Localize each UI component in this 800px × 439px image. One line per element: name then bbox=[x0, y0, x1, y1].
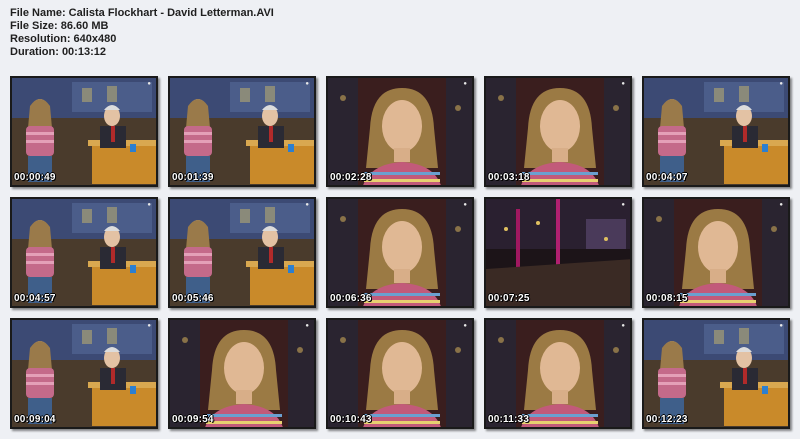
video-thumbnail[interactable]: ● 00:03:18 bbox=[484, 76, 632, 187]
video-thumbnail[interactable]: ● 00:11:33 bbox=[484, 318, 632, 429]
thumbnail-timestamp: 00:07:25 bbox=[488, 293, 530, 304]
thumbnail-timestamp: 00:04:07 bbox=[646, 172, 688, 183]
network-logo-icon: ● bbox=[463, 202, 467, 208]
network-logo-icon: ● bbox=[621, 323, 625, 329]
video-thumbnail[interactable]: ● 00:02:28 bbox=[326, 76, 474, 187]
video-thumbnail[interactable]: ● 00:07:25 bbox=[484, 197, 632, 308]
thumbnail-frame-image bbox=[486, 320, 630, 427]
network-logo-icon: ● bbox=[147, 81, 151, 87]
video-thumbnail[interactable]: ● 00:08:15 bbox=[642, 197, 790, 308]
thumbnail-frame-image bbox=[170, 320, 314, 427]
thumbnail-frame-image bbox=[328, 320, 472, 427]
thumbnail-frame-image bbox=[644, 320, 788, 427]
thumbnail-timestamp: 00:02:28 bbox=[330, 172, 372, 183]
thumbnail-timestamp: 00:09:54 bbox=[172, 414, 214, 425]
thumbnail-timestamp: 00:08:15 bbox=[646, 293, 688, 304]
thumbnail-timestamp: 00:10:43 bbox=[330, 414, 372, 425]
file-name: File Name: Calista Flockhart - David Let… bbox=[10, 7, 274, 19]
network-logo-icon: ● bbox=[147, 202, 151, 208]
video-thumbnail[interactable]: ● 00:09:54 bbox=[168, 318, 316, 429]
thumbnail-frame-image bbox=[12, 320, 156, 427]
thumbnail-frame-image bbox=[170, 78, 314, 185]
duration: Duration: 00:13:12 bbox=[10, 46, 106, 58]
resolution: Resolution: 640x480 bbox=[10, 33, 117, 45]
network-logo-icon: ● bbox=[305, 202, 309, 208]
thumbnail-timestamp: 00:00:49 bbox=[14, 172, 56, 183]
thumbnail-frame-image bbox=[644, 78, 788, 185]
video-thumbnail[interactable]: ● 00:04:57 bbox=[10, 197, 158, 308]
network-logo-icon: ● bbox=[147, 323, 151, 329]
thumbnail-frame-image bbox=[644, 199, 788, 306]
thumbnail-timestamp: 00:06:36 bbox=[330, 293, 372, 304]
network-logo-icon: ● bbox=[305, 81, 309, 87]
network-logo-icon: ● bbox=[779, 202, 783, 208]
video-thumbnail[interactable]: ● 00:01:39 bbox=[168, 76, 316, 187]
video-thumbnail[interactable]: ● 00:04:07 bbox=[642, 76, 790, 187]
video-thumbnail[interactable]: ● 00:10:43 bbox=[326, 318, 474, 429]
thumbnail-frame-image bbox=[12, 199, 156, 306]
network-logo-icon: ● bbox=[779, 81, 783, 87]
network-logo-icon: ● bbox=[621, 81, 625, 87]
thumbnail-timestamp: 00:12:23 bbox=[646, 414, 688, 425]
video-thumbnail[interactable]: ● 00:06:36 bbox=[326, 197, 474, 308]
video-thumbnail[interactable]: ● 00:05:46 bbox=[168, 197, 316, 308]
thumbnail-frame-image bbox=[486, 78, 630, 185]
thumbnail-frame-image bbox=[486, 199, 630, 306]
video-thumbnail[interactable]: ● 00:12:23 bbox=[642, 318, 790, 429]
network-logo-icon: ● bbox=[463, 81, 467, 87]
thumbnail-timestamp: 00:01:39 bbox=[172, 172, 214, 183]
thumbnail-timestamp: 00:11:33 bbox=[488, 414, 530, 425]
thumbnail-timestamp: 00:03:18 bbox=[488, 172, 530, 183]
thumbnail-frame-image bbox=[328, 78, 472, 185]
network-logo-icon: ● bbox=[621, 202, 625, 208]
network-logo-icon: ● bbox=[463, 323, 467, 329]
thumbnail-timestamp: 00:04:57 bbox=[14, 293, 56, 304]
thumbnail-timestamp: 00:05:46 bbox=[172, 293, 214, 304]
file-info: File Name: Calista Flockhart - David Let… bbox=[10, 7, 274, 59]
file-size: File Size: 86.60 MB bbox=[10, 20, 109, 32]
thumbnail-frame-image bbox=[170, 199, 314, 306]
thumbnail-frame-image bbox=[12, 78, 156, 185]
thumbnail-frame-image bbox=[328, 199, 472, 306]
network-logo-icon: ● bbox=[305, 323, 309, 329]
video-thumbnail[interactable]: ● 00:09:04 bbox=[10, 318, 158, 429]
network-logo-icon: ● bbox=[779, 323, 783, 329]
thumbnail-timestamp: 00:09:04 bbox=[14, 414, 56, 425]
video-thumbnail[interactable]: ● 00:00:49 bbox=[10, 76, 158, 187]
